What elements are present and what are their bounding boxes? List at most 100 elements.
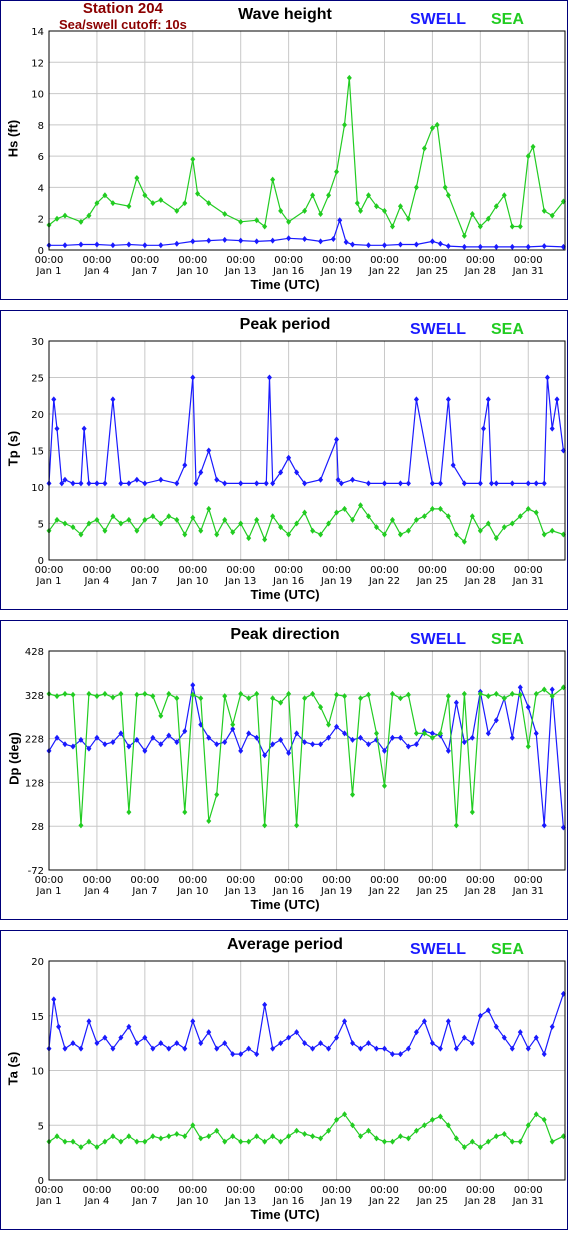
x-tick-date: Jan 13 <box>224 266 256 277</box>
y-tick-label: 30 <box>31 337 44 348</box>
y-tick-label: 14 <box>31 27 44 38</box>
x-tick-time: 00:00 <box>130 875 159 886</box>
x-tick-time: 00:00 <box>466 1185 495 1196</box>
x-tick-time: 00:00 <box>83 565 112 576</box>
x-tick-time: 00:00 <box>418 1185 447 1196</box>
x-tick-date: Jan 4 <box>83 576 109 587</box>
legend-swell: SWELL <box>410 631 466 648</box>
y-tick-label: 20 <box>31 957 44 968</box>
x-tick-time: 00:00 <box>130 255 159 266</box>
y-tick-label: 15 <box>31 447 44 458</box>
y-tick-label: 10 <box>31 1067 44 1078</box>
x-tick-time: 00:00 <box>514 565 543 576</box>
x-tick-date: Jan 16 <box>272 1196 304 1207</box>
x-tick-date: Jan 31 <box>512 1196 544 1207</box>
x-tick-date: Jan 22 <box>368 1196 400 1207</box>
x-tick-date: Jan 7 <box>131 1196 157 1207</box>
x-tick-time: 00:00 <box>130 1185 159 1196</box>
x-tick-time: 00:00 <box>370 875 399 886</box>
x-tick-date: Jan 1 <box>36 1196 62 1207</box>
x-tick-time: 00:00 <box>418 255 447 266</box>
y-tick-label: 28 <box>31 822 44 833</box>
y-tick-label: 2 <box>38 215 44 226</box>
x-tick-date: Jan 19 <box>320 266 352 277</box>
x-tick-date: Jan 13 <box>224 886 256 897</box>
y-tick-label: 328 <box>25 691 44 702</box>
y-tick-label: 8 <box>38 121 44 132</box>
x-tick-date: Jan 10 <box>176 1196 208 1207</box>
peak-period-panel: 0 5 10 15 20 25 30 00:00 Jan 1 00:00 Jan 4 00:00 Jan… <box>0 310 568 610</box>
x-tick-date: Jan 19 <box>320 886 352 897</box>
chart-title: Peak period <box>239 316 331 333</box>
x-tick-date: Jan 22 <box>368 576 400 587</box>
x-tick-time: 00:00 <box>370 1185 399 1196</box>
x-tick-date: Jan 28 <box>464 576 496 587</box>
average-period-panel: 0 5 10 15 20 00:00 Jan 1 00:00 Jan 4 00:00 Jan 7 00… <box>0 930 568 1230</box>
x-tick-date: Jan 25 <box>416 266 448 277</box>
y-tick-label: 20 <box>31 410 44 421</box>
x-tick-time: 00:00 <box>370 255 399 266</box>
x-tick-date: Jan 1 <box>36 886 62 897</box>
legend-swell: SWELL <box>410 321 466 338</box>
x-tick-date: Jan 4 <box>83 266 109 277</box>
x-tick-time: 00:00 <box>466 875 495 886</box>
y-tick-label: 25 <box>31 374 44 385</box>
y-axis-label: Hs (ft) <box>5 119 21 158</box>
peak-period-chart: 05101520253000:00Jan 100:00Jan 400:00Jan… <box>31 337 566 587</box>
x-tick-time: 00:00 <box>514 875 543 886</box>
x-tick-time: 00:00 <box>274 255 303 266</box>
y-axis-label: Tp (s) <box>5 430 21 467</box>
legend-swell: SWELL <box>410 941 466 958</box>
x-tick-time: 00:00 <box>178 565 207 576</box>
x-axis-label: Time (UTC) <box>250 277 320 292</box>
x-tick-time: 00:00 <box>226 875 255 886</box>
chart-title: Average period <box>227 936 343 953</box>
y-axis-label: Ta (s) <box>5 1051 21 1086</box>
y-tick-label: 428 <box>25 647 44 658</box>
x-tick-date: Jan 1 <box>36 266 62 277</box>
y-tick-label: 228 <box>25 735 44 746</box>
x-tick-time: 00:00 <box>226 255 255 266</box>
y-tick-label: 15 <box>31 1012 44 1023</box>
legend-sea: SEA <box>491 631 524 648</box>
x-tick-date: Jan 31 <box>512 886 544 897</box>
x-tick-time: 00:00 <box>226 1185 255 1196</box>
y-axis-label: Dp (deg) <box>6 732 22 785</box>
x-axis-label: Time (UTC) <box>250 587 320 602</box>
x-tick-date: Jan 28 <box>464 886 496 897</box>
x-tick-date: Jan 13 <box>224 576 256 587</box>
y-tick-label: 10 <box>31 483 44 494</box>
x-tick-date: Jan 7 <box>131 576 157 587</box>
x-tick-time: 00:00 <box>83 875 112 886</box>
x-tick-time: 00:00 <box>226 565 255 576</box>
x-tick-time: 00:00 <box>35 875 64 886</box>
x-tick-date: Jan 16 <box>272 886 304 897</box>
x-tick-date: Jan 19 <box>320 576 352 587</box>
x-tick-date: Jan 31 <box>512 576 544 587</box>
peak-direction-panel: -72 28 128 228 328 428 00:00 Jan 1 00:00 Jan 4 00:… <box>0 620 568 920</box>
x-tick-date: Jan 25 <box>416 576 448 587</box>
legend-sea: SEA <box>491 321 524 338</box>
x-axis-label: Time (UTC) <box>250 1207 320 1222</box>
wave-height-panel: 0 2 4 6 8 10 12 14 00:00 Jan 1 00:00 Jan 4 00:00 Jan … <box>0 0 568 300</box>
x-tick-time: 00:00 <box>418 565 447 576</box>
peak-direction-chart: -722812822832842800:00Jan 100:00Jan 400:… <box>25 647 566 897</box>
x-tick-time: 00:00 <box>322 565 351 576</box>
x-tick-time: 00:00 <box>322 255 351 266</box>
x-tick-date: Jan 10 <box>176 886 208 897</box>
x-tick-date: Jan 16 <box>272 576 304 587</box>
x-tick-time: 00:00 <box>466 565 495 576</box>
x-tick-time: 00:00 <box>514 1185 543 1196</box>
y-tick-label: 12 <box>31 58 44 69</box>
x-tick-date: Jan 16 <box>272 266 304 277</box>
x-tick-date: Jan 22 <box>368 266 400 277</box>
x-tick-date: Jan 7 <box>131 886 157 897</box>
x-tick-date: Jan 19 <box>320 1196 352 1207</box>
chart-title: Peak direction <box>230 626 340 643</box>
y-tick-label: 4 <box>38 183 44 194</box>
x-tick-time: 00:00 <box>35 255 64 266</box>
y-tick-label: 5 <box>38 520 44 531</box>
y-tick-label: 5 <box>38 1121 44 1132</box>
x-tick-date: Jan 4 <box>83 886 109 897</box>
legend-swell: SWELL <box>410 11 466 28</box>
